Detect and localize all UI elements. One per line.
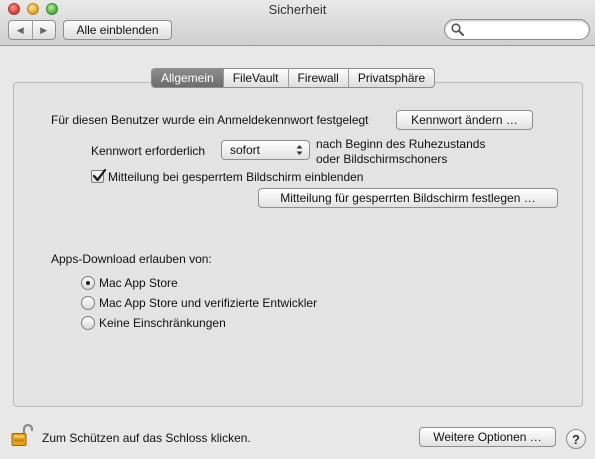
window-title: Sicherheit bbox=[268, 2, 327, 17]
radio-label-identified-developers: Mac App Store und verifizierte Entwickle… bbox=[99, 296, 318, 310]
password-set-text: Für diesen Benutzer wurde ein Anmeldeken… bbox=[51, 113, 369, 127]
set-lock-message-button[interactable]: Mitteilung für gesperrten Bildschirm fes… bbox=[258, 188, 558, 208]
radio-anywhere[interactable] bbox=[81, 316, 95, 330]
unlocked-padlock-icon[interactable] bbox=[11, 423, 33, 447]
search-icon bbox=[451, 23, 464, 36]
advanced-options-button[interactable]: Weitere Optionen … bbox=[419, 427, 556, 447]
lock-instruction-text: Zum Schützen auf das Schloss klicken. bbox=[42, 431, 251, 445]
title-bar: Sicherheit ◀ ▶ Alle einblenden bbox=[0, 0, 595, 46]
radio-identified-developers[interactable] bbox=[81, 296, 95, 310]
popup-arrows-icon bbox=[296, 145, 303, 155]
change-password-button[interactable]: Kennwort ändern … bbox=[396, 110, 533, 130]
require-password-suffix-2: oder Bildschirmschoners bbox=[316, 152, 448, 166]
checkmark-icon bbox=[92, 168, 107, 182]
tab-filevault[interactable]: FileVault bbox=[222, 69, 288, 87]
search-input[interactable] bbox=[444, 19, 590, 40]
tab-privatsphaere[interactable]: Privatsphäre bbox=[347, 69, 434, 87]
radio-mac-app-store[interactable] bbox=[81, 276, 95, 290]
content-pane bbox=[13, 82, 583, 407]
radio-label-mac-app-store: Mac App Store bbox=[99, 276, 178, 290]
downloads-heading: Apps-Download erlauben von: bbox=[51, 252, 212, 266]
preferences-window: Sicherheit ◀ ▶ Alle einblenden Allgemein… bbox=[0, 0, 595, 459]
show-message-label: Mitteilung bei gesperrtem Bildschirm ein… bbox=[108, 170, 364, 184]
radio-label-anywhere: Keine Einschränkungen bbox=[99, 316, 226, 330]
require-password-label: Kennwort erforderlich bbox=[91, 144, 206, 158]
help-button[interactable]: ? bbox=[566, 429, 586, 449]
back-arrow-icon[interactable]: ◀ bbox=[9, 21, 32, 39]
tab-bar: Allgemein FileVault Firewall Privatsphär… bbox=[151, 68, 436, 88]
tab-firewall[interactable]: Firewall bbox=[287, 69, 348, 87]
show-message-checkbox[interactable] bbox=[91, 168, 107, 183]
require-password-popup[interactable]: sofort bbox=[221, 140, 310, 160]
require-password-value: sofort bbox=[230, 143, 261, 157]
show-all-button[interactable]: Alle einblenden bbox=[63, 20, 172, 40]
require-password-suffix-1: nach Beginn des Ruhezustands bbox=[316, 137, 486, 151]
tab-allgemein[interactable]: Allgemein bbox=[152, 69, 223, 87]
forward-arrow-icon[interactable]: ▶ bbox=[31, 21, 56, 39]
back-forward-control: ◀ ▶ bbox=[8, 20, 56, 40]
